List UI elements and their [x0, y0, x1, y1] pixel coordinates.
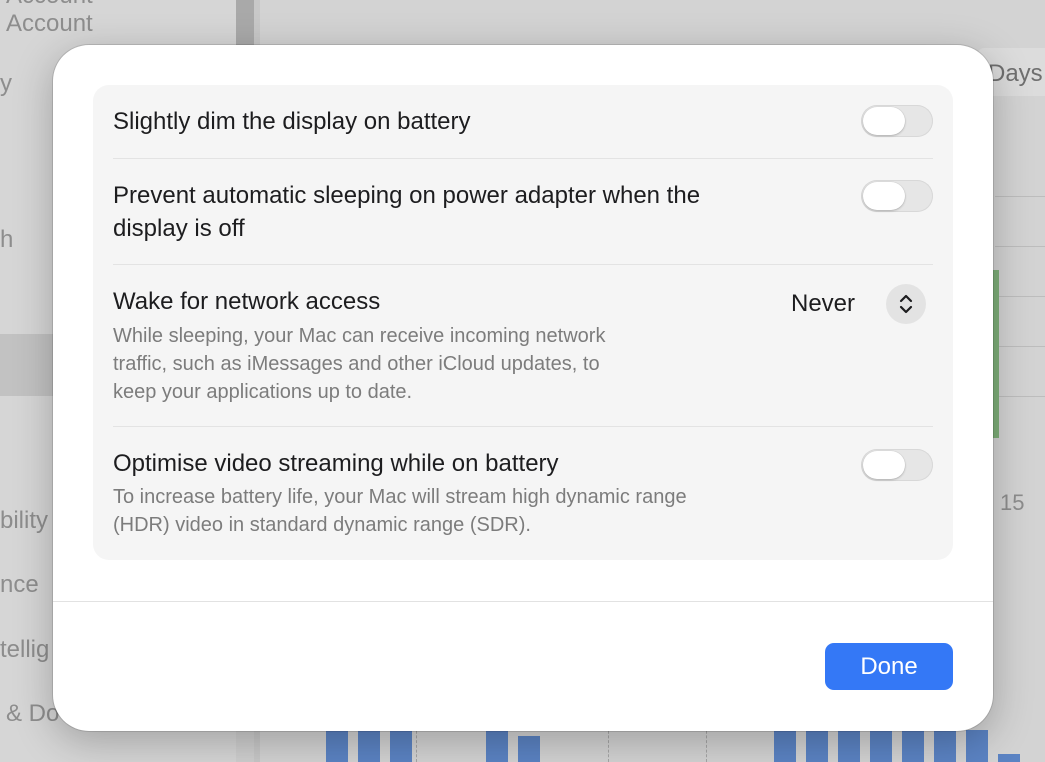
- background-sidebar-text: bility: [0, 507, 49, 534]
- background-chart-bar: [774, 730, 796, 762]
- setting-description-line: While sleeping, your Mac can receive inc…: [113, 325, 606, 347]
- wake-network-popup-button[interactable]: [886, 284, 926, 324]
- setting-description-line: (HDR) video in standard dynamic range (S…: [113, 514, 531, 536]
- setting-description-line: traffic, such as iMessages and other iCl…: [113, 353, 600, 375]
- background-chart-bar: [966, 730, 988, 762]
- setting-row-optimise-video: Optimise video streaming while on batter…: [113, 427, 933, 560]
- background-gridline: [995, 346, 1045, 347]
- dim-display-toggle[interactable]: [861, 105, 933, 137]
- background-chart-bar: [518, 736, 540, 762]
- setting-description-line: To increase battery life, your Mac will …: [113, 486, 687, 508]
- background-chart-bar: [486, 730, 508, 762]
- background-sidebar-text: tellig: [0, 636, 50, 663]
- chevron-up-down-icon: [899, 294, 913, 314]
- background-sidebar-text: Account: [6, 0, 93, 10]
- background-chart-gridline: [416, 726, 417, 762]
- background-chart-bar: [358, 730, 380, 762]
- setting-row-wake-network: Wake for network access While sleeping, …: [113, 265, 933, 426]
- background-gridline: [995, 396, 1045, 397]
- wake-network-popup-value[interactable]: Never: [791, 287, 855, 320]
- background-chart-gridline: [706, 726, 707, 762]
- background-gridline: [995, 246, 1045, 247]
- background-sidebar-text: h: [0, 226, 14, 253]
- background-chart-bar: [902, 730, 924, 762]
- background-sidebar-text: y: [0, 70, 12, 97]
- sheet-footer-separator: [53, 601, 993, 602]
- toggle-knob: [863, 182, 905, 210]
- setting-title: Wake for network access: [113, 288, 381, 315]
- background-sidebar-text: & Do: [6, 700, 60, 727]
- options-sheet: Slightly dim the display on battery Prev…: [53, 45, 993, 731]
- background-chart-bar: [390, 730, 412, 762]
- background-sidebar-text: nce: [0, 571, 39, 598]
- setting-title: Optimise video streaming while on batter…: [113, 450, 559, 477]
- prevent-sleep-toggle[interactable]: [861, 180, 933, 212]
- setting-description-line: keep your applications up to date.: [113, 381, 413, 403]
- toggle-knob: [863, 451, 905, 479]
- background-chart-bar: [998, 754, 1020, 762]
- background-chart-bar: [993, 270, 999, 438]
- background-chart-tick: 15: [1000, 490, 1025, 515]
- setting-title: Slightly dim the display on battery: [113, 108, 471, 135]
- background-chart-bar: [838, 730, 860, 762]
- settings-group: Slightly dim the display on battery Prev…: [93, 85, 953, 560]
- background-sidebar-text: Account: [6, 10, 93, 37]
- background-chart-bar: [806, 730, 828, 762]
- setting-row-dim-display: Slightly dim the display on battery: [113, 85, 933, 158]
- setting-row-prevent-sleep: Prevent automatic sleeping on power adap…: [113, 159, 933, 264]
- background-chart-gridline: [608, 726, 609, 762]
- background-chart-bar: [870, 730, 892, 762]
- background-scrollbar: [236, 0, 254, 48]
- background-gridline: [995, 296, 1045, 297]
- background-gridline: [995, 196, 1045, 197]
- setting-title-line: display is off: [113, 215, 245, 242]
- background-chart-bar: [326, 730, 348, 762]
- setting-title-line: Prevent automatic sleeping on power adap…: [113, 182, 701, 209]
- optimise-video-toggle[interactable]: [861, 449, 933, 481]
- background-chart-bar: [934, 730, 956, 762]
- done-button[interactable]: Done: [825, 643, 953, 690]
- toggle-knob: [863, 107, 905, 135]
- background-days-label: Days: [988, 60, 1043, 87]
